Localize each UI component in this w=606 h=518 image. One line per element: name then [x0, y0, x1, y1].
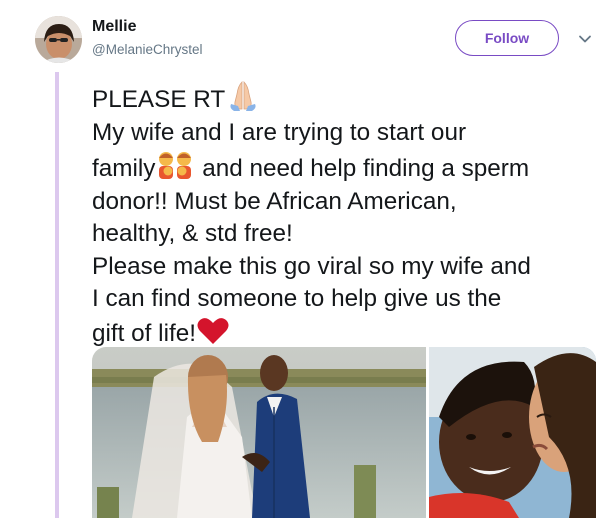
selfie-photo[interactable] — [429, 347, 596, 518]
author-handle[interactable]: @MelanieChrystel — [92, 42, 203, 57]
avatar[interactable] — [35, 16, 82, 63]
red-heart-icon — [197, 317, 229, 344]
folded-hands-icon — [230, 81, 256, 111]
tweet-line: I can find someone to help give us the — [92, 285, 502, 312]
tweet-line: PLEASE RT — [92, 86, 226, 113]
tweet-line: family — [92, 155, 156, 182]
tweet-line: healthy, & std free! — [92, 220, 293, 247]
chevron-down-icon[interactable] — [578, 32, 592, 46]
tweet-text: PLEASE RT My wife and I are trying to st… — [92, 80, 597, 350]
family-icon — [159, 152, 192, 179]
follow-button[interactable]: Follow — [455, 20, 559, 56]
wedding-photo[interactable] — [92, 347, 426, 518]
tweet-line: and need help finding a sperm — [195, 155, 530, 182]
tweet-line: My wife and I are trying to start our — [92, 118, 467, 146]
tweet-line: Please make this go viral so my wife and — [92, 252, 531, 280]
thread-line — [55, 72, 59, 518]
tweet-line: gift of life! — [92, 319, 196, 347]
author-name[interactable]: Mellie — [92, 18, 136, 36]
tweet-line: donor!! Must be African American, — [92, 187, 457, 215]
media-gallery[interactable] — [92, 347, 596, 518]
